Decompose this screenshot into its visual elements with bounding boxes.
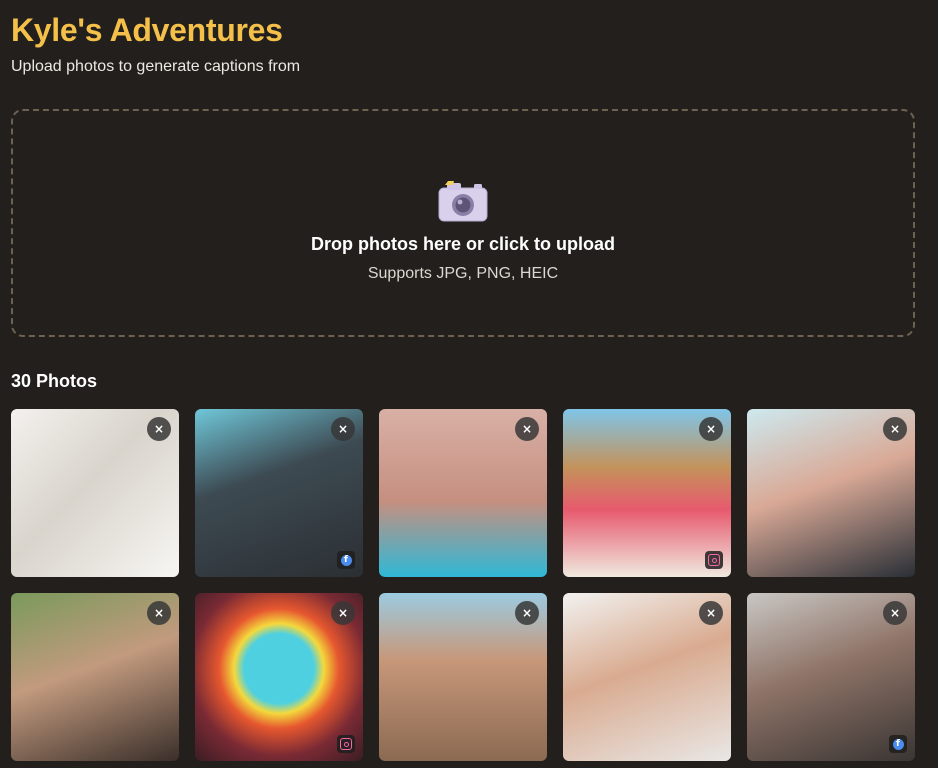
photo-tile[interactable]: ×	[11, 409, 179, 577]
upload-dropzone[interactable]: Drop photos here or click to upload Supp…	[11, 109, 915, 337]
remove-photo-button[interactable]: ×	[883, 601, 907, 625]
remove-photo-button[interactable]: ×	[699, 601, 723, 625]
dropzone-title: Drop photos here or click to upload	[310, 233, 616, 254]
facebook-icon: f	[337, 551, 355, 569]
page-header: Kyle's Adventures Upload photos to gener…	[11, 12, 300, 76]
camera-icon	[438, 180, 488, 221]
remove-photo-button[interactable]: ×	[331, 601, 355, 625]
remove-photo-button[interactable]: ×	[147, 601, 171, 625]
remove-photo-button[interactable]: ×	[883, 417, 907, 441]
facebook-icon: f	[889, 735, 907, 753]
remove-photo-button[interactable]: ×	[515, 417, 539, 441]
photo-count: 30 Photos	[11, 371, 98, 391]
dropzone-formats: Supports JPG, PNG, HEIC	[367, 264, 559, 282]
photo-tile[interactable]: ×	[195, 593, 363, 761]
photo-tile[interactable]: × f	[747, 593, 915, 761]
photo-tile[interactable]: ×	[379, 409, 547, 577]
instagram-icon	[705, 551, 723, 569]
photo-grid: × × f × × × × × × × × f	[11, 409, 915, 761]
photo-tile[interactable]: ×	[563, 593, 731, 761]
photo-tile[interactable]: ×	[747, 409, 915, 577]
instagram-icon	[337, 735, 355, 753]
photo-tile[interactable]: × f	[195, 409, 363, 577]
page-subtitle: Upload photos to generate captions from	[11, 58, 301, 75]
photo-tile[interactable]: ×	[563, 409, 731, 577]
remove-photo-button[interactable]: ×	[515, 601, 539, 625]
photo-tile[interactable]: ×	[11, 593, 179, 761]
remove-photo-button[interactable]: ×	[699, 417, 723, 441]
page-title: Kyle's Adventures	[11, 12, 283, 48]
photo-tile[interactable]: ×	[379, 593, 547, 761]
remove-photo-button[interactable]: ×	[331, 417, 355, 441]
remove-photo-button[interactable]: ×	[147, 417, 171, 441]
